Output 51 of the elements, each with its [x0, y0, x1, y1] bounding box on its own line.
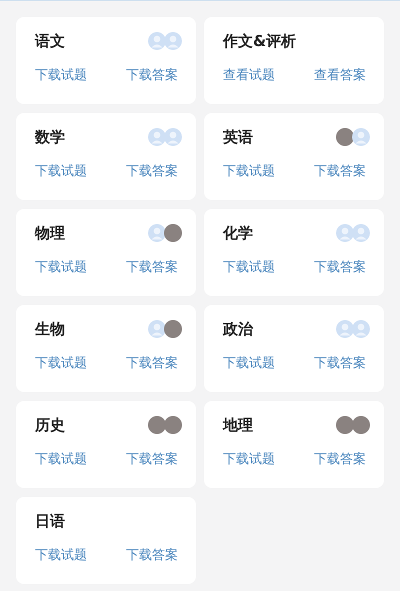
- avatar-placeholder-icon: [352, 320, 370, 338]
- subject-title: 政治: [223, 320, 253, 338]
- download-link[interactable]: 下载答案: [126, 66, 178, 84]
- subject-title: 物理: [35, 224, 65, 242]
- avatar-placeholder-icon: [148, 320, 166, 338]
- download-link[interactable]: 下载答案: [126, 450, 178, 468]
- download-link[interactable]: 下载答案: [314, 162, 366, 180]
- subject-title: 英语: [223, 128, 253, 146]
- download-link[interactable]: 下载试题: [35, 450, 87, 468]
- subject-title: 历史: [35, 416, 65, 434]
- download-link[interactable]: 下载答案: [126, 354, 178, 372]
- download-link[interactable]: 下载答案: [126, 162, 178, 180]
- avatar-photo-placeholder: [352, 416, 370, 434]
- download-link[interactable]: 下载试题: [35, 258, 87, 276]
- download-link[interactable]: 查看答案: [314, 66, 366, 84]
- download-link[interactable]: 下载试题: [35, 546, 87, 564]
- avatar-placeholder-icon: [148, 32, 166, 50]
- avatar-photo-placeholder: [164, 416, 182, 434]
- download-link[interactable]: 下载试题: [35, 354, 87, 372]
- subject-title: 作文&评析: [223, 32, 296, 50]
- download-link[interactable]: 下载试题: [223, 450, 275, 468]
- avatar-placeholder-icon: [148, 224, 166, 242]
- avatar-placeholder-icon: [352, 128, 370, 146]
- download-link[interactable]: 下载答案: [314, 354, 366, 372]
- download-link[interactable]: 下载试题: [223, 258, 275, 276]
- avatar-placeholder-icon: [336, 224, 354, 242]
- avatar-photo-placeholder: [336, 416, 354, 434]
- subject-title: 语文: [35, 32, 65, 50]
- avatar-placeholder-icon: [164, 128, 182, 146]
- download-link[interactable]: 下载试题: [35, 66, 87, 84]
- download-link[interactable]: 下载答案: [314, 258, 366, 276]
- subject-title: 数学: [35, 128, 65, 146]
- avatar-placeholder-icon: [336, 320, 354, 338]
- download-link[interactable]: 下载试题: [35, 162, 87, 180]
- download-link[interactable]: 下载答案: [126, 258, 178, 276]
- avatar-photo-placeholder: [336, 128, 354, 146]
- download-link[interactable]: 下载试题: [223, 162, 275, 180]
- download-link[interactable]: 下载答案: [126, 546, 178, 564]
- avatar-photo-placeholder: [164, 224, 182, 242]
- subject-title: 日语: [35, 512, 65, 530]
- avatar-placeholder-icon: [148, 128, 166, 146]
- subject-title: 地理: [223, 416, 253, 434]
- avatar-photo-placeholder: [164, 320, 182, 338]
- download-link[interactable]: 下载试题: [223, 354, 275, 372]
- subject-title: 化学: [223, 224, 253, 242]
- download-link[interactable]: 下载答案: [314, 450, 366, 468]
- download-link[interactable]: 查看试题: [223, 66, 275, 84]
- avatar-placeholder-icon: [164, 32, 182, 50]
- avatar-photo-placeholder: [148, 416, 166, 434]
- subject-title: 生物: [35, 320, 65, 338]
- avatar-placeholder-icon: [352, 224, 370, 242]
